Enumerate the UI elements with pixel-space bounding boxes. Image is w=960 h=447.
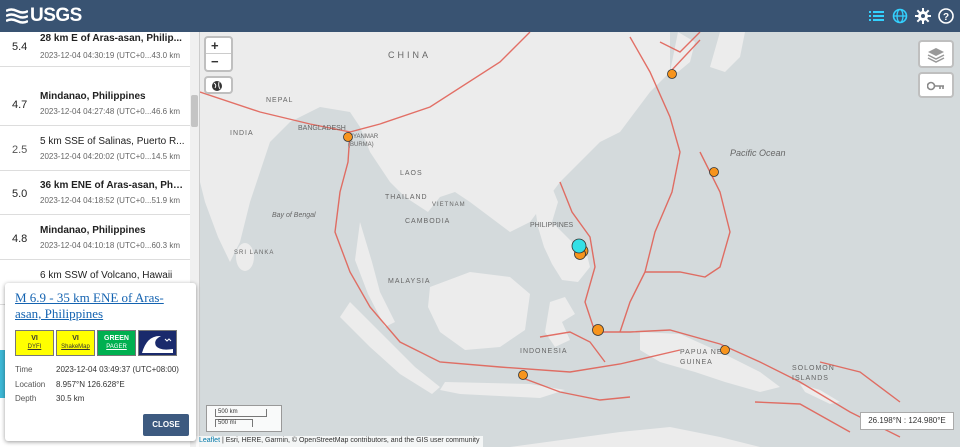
shakemap-intensity: VI <box>72 335 79 342</box>
world-view-button[interactable] <box>204 76 233 94</box>
event-magnitude: 4.8 <box>12 233 28 245</box>
list-item[interactable]: 5.4 28 km E of Aras-asan, Philip... 2023… <box>0 32 190 67</box>
list-item[interactable]: 5.0 36 km ENE of Aras-asan, Phil... 2023… <box>0 171 190 215</box>
event-place: 5 km SSE of Salinas, Puerto R... <box>40 136 185 147</box>
globe-icon <box>212 81 222 91</box>
map-attribution: Leaflet | Esri, HERE, Garmin, © OpenStre… <box>196 436 483 447</box>
legend-button[interactable] <box>918 72 954 98</box>
key-icon <box>927 81 944 91</box>
pager-level: GREEN <box>104 335 129 342</box>
quake-marker[interactable] <box>592 324 604 336</box>
leaflet-link[interactable]: Leaflet <box>199 437 220 444</box>
map-view[interactable]: CHINA NEPAL INDIA BANGLADESH MYANMAR (BU… <box>200 32 960 447</box>
shakemap-badge[interactable]: VI ShakeMap <box>56 330 95 356</box>
close-button[interactable]: CLOSE <box>143 414 189 436</box>
event-magnitude: 4.7 <box>12 99 28 111</box>
event-depth: 14.5 km <box>151 152 180 161</box>
event-time: 2023-12-04 04:18:52 (UTC+0... <box>40 196 152 205</box>
svg-text:?: ? <box>942 12 948 23</box>
event-time: 2023-12-04 04:27:48 (UTC+0... <box>40 107 152 116</box>
list-item[interactable]: 4.8 Mindanao, Philippines 2023-12-04 04:… <box>0 216 190 260</box>
zoom-in-button[interactable]: + <box>206 38 231 54</box>
location-label: Location <box>15 380 46 389</box>
scale-km: 500 km <box>215 409 267 417</box>
event-magnitude: 5.4 <box>12 41 28 53</box>
zoom-out-button[interactable]: − <box>206 54 231 70</box>
layers-button[interactable] <box>918 40 954 68</box>
event-time: 2023-12-04 04:10:18 (UTC+0... <box>40 241 152 250</box>
zoom-control: + − <box>204 36 233 72</box>
location-value: 8.957°N 126.628°E <box>56 380 125 389</box>
logo-text: USGS <box>30 5 82 26</box>
depth-label: Depth <box>15 394 37 403</box>
event-popup: M 6.9 - 35 km ENE of Aras-asan, Philippi… <box>5 283 196 441</box>
dyfi-label: DYFI <box>27 344 42 350</box>
usgs-logo[interactable]: USGS <box>6 5 82 26</box>
list-item[interactable]: 2.5 5 km SSE of Salinas, Puerto R... 202… <box>0 127 190 171</box>
help-icon[interactable]: ? <box>937 7 954 24</box>
list-icon[interactable] <box>868 7 885 24</box>
event-place: Mindanao, Philippines <box>40 225 146 236</box>
popup-title-link[interactable]: M 6.9 - 35 km ENE of Aras-asan, Philippi… <box>15 290 185 322</box>
list-scroll-thumb[interactable] <box>191 95 198 127</box>
quake-marker[interactable] <box>720 345 730 355</box>
usgs-wave-icon <box>6 8 28 24</box>
dyfi-intensity: VI <box>31 335 38 342</box>
event-depth: 51.9 km <box>151 196 180 205</box>
event-time: 2023-12-04 04:20:02 (UTC+0... <box>40 152 152 161</box>
pager-badge[interactable]: GREEN PAGER <box>97 330 136 356</box>
event-magnitude: 2.5 <box>12 144 28 156</box>
quake-marker[interactable] <box>343 132 353 142</box>
tsunami-badge[interactable] <box>138 330 177 356</box>
layers-icon <box>927 48 945 63</box>
quake-marker[interactable] <box>518 370 528 380</box>
quake-marker[interactable] <box>667 69 677 79</box>
scale-bar: 500 km 500 mi <box>206 405 282 432</box>
event-place: 6 km SSW of Volcano, Hawaii <box>40 270 173 281</box>
tsunami-icon <box>142 335 173 353</box>
quake-marker-layer <box>343 69 730 380</box>
scale-mi: 500 mi <box>215 419 253 427</box>
event-place: 28 km E of Aras-asan, Philip... <box>40 33 182 44</box>
event-depth: 43.0 km <box>151 51 180 60</box>
app-header: USGS ? <box>0 0 960 32</box>
depth-value: 30.5 km <box>56 394 85 403</box>
dyfi-badge[interactable]: VI DYFI <box>15 330 54 356</box>
time-value: 2023-12-04 03:49:37 (UTC+08:00) <box>56 365 179 374</box>
event-depth: 60.3 km <box>151 241 180 250</box>
attribution-text: | Esri, HERE, Garmin, © OpenStreetMap co… <box>220 437 480 444</box>
gear-icon[interactable] <box>914 7 931 24</box>
event-place: 36 km ENE of Aras-asan, Phil... <box>40 180 185 191</box>
event-time: 2023-12-04 04:30:19 (UTC+0... <box>40 51 152 60</box>
globe-icon[interactable] <box>891 7 908 24</box>
event-depth: 46.6 km <box>151 107 180 116</box>
quake-marker[interactable] <box>709 167 719 177</box>
shakemap-label: ShakeMap <box>61 344 90 350</box>
pager-label: PAGER <box>106 344 127 350</box>
event-magnitude: 5.0 <box>12 188 28 200</box>
cursor-coordinates: 26.198°N : 124.980°E <box>860 412 954 430</box>
list-item[interactable]: 4.7 Mindanao, Philippines 2023-12-04 04:… <box>0 82 190 126</box>
selected-quake-marker[interactable] <box>571 238 587 254</box>
time-label: Time <box>15 365 33 374</box>
event-place: Mindanao, Philippines <box>40 91 146 102</box>
